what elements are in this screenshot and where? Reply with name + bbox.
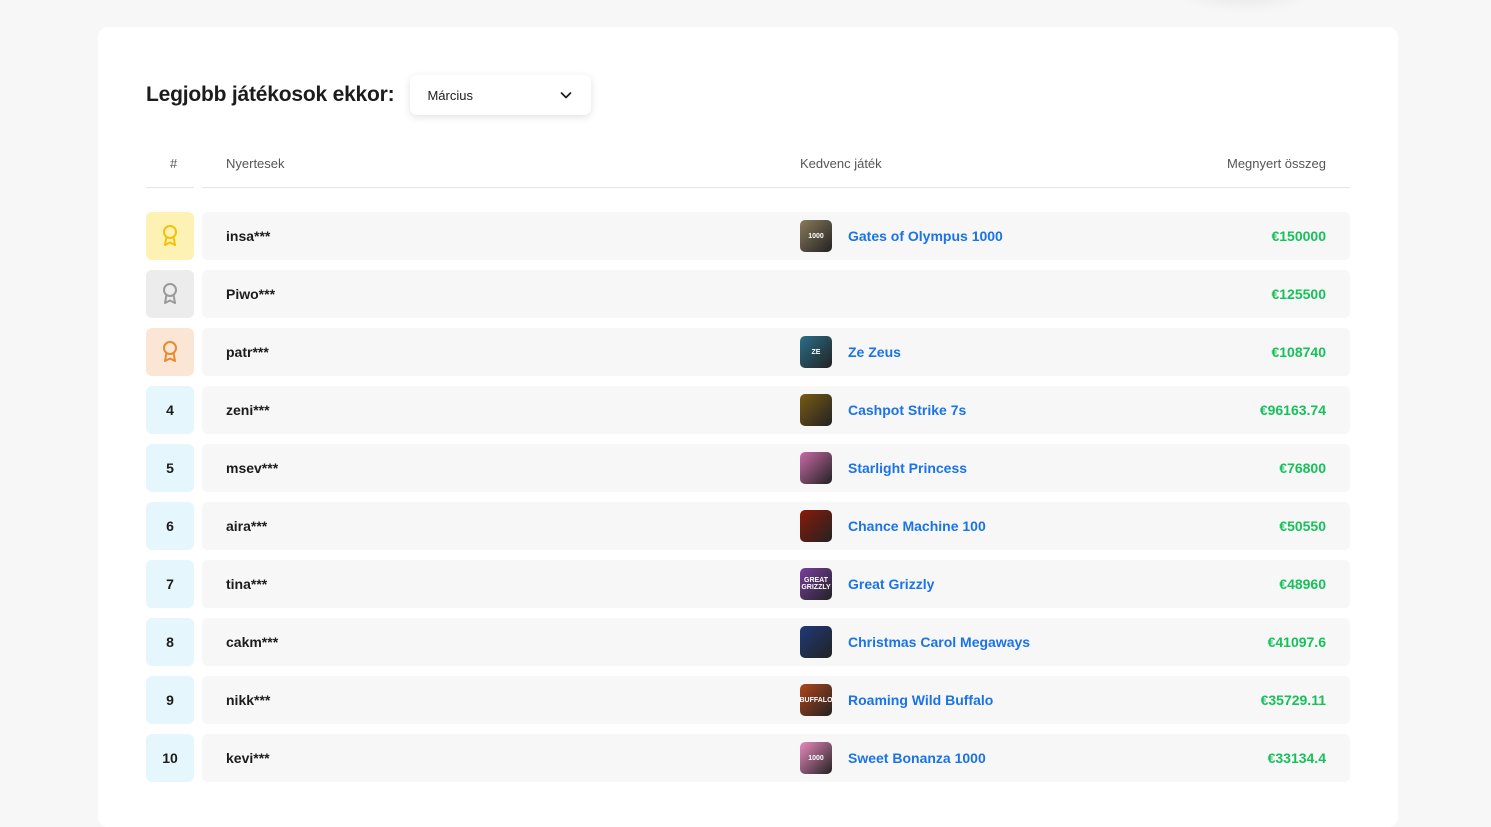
rank-badge bbox=[146, 270, 194, 318]
player-name: Piwo*** bbox=[226, 286, 276, 302]
row-content: nikk*** BUFFALO Roaming Wild Buffalo €35729… bbox=[202, 676, 1350, 724]
table-header: # Nyertesek Kedvenc játék Megnyert össze… bbox=[146, 151, 1350, 188]
game-thumbnail[interactable]: GREAT GRIZZLY bbox=[800, 568, 832, 600]
favorite-game-link[interactable]: Christmas Carol Megaways bbox=[800, 626, 1030, 658]
table-row: Piwo*** €125500 bbox=[146, 270, 1350, 318]
won-amount: €125500 bbox=[1271, 286, 1326, 302]
game-thumbnail[interactable]: 1000 bbox=[800, 220, 832, 252]
won-amount: €41097.6 bbox=[1267, 634, 1326, 650]
game-thumbnail[interactable] bbox=[800, 510, 832, 542]
row-content: Piwo*** €125500 bbox=[202, 270, 1350, 318]
table-row: 7 tina*** GREAT GRIZZLY Great Grizzly €48960 bbox=[146, 560, 1350, 608]
game-name[interactable]: Ze Zeus bbox=[848, 344, 901, 360]
month-select[interactable]: Március bbox=[410, 75, 592, 115]
player-name: cakm*** bbox=[226, 634, 279, 650]
won-amount: €48960 bbox=[1279, 576, 1326, 592]
row-content: cakm*** Christmas Carol Megaways €41097.6 bbox=[202, 618, 1350, 666]
won-amount: €50550 bbox=[1279, 518, 1326, 534]
month-select-value: Március bbox=[427, 87, 473, 103]
row-content: patr*** ZE Ze Zeus €108740 bbox=[202, 328, 1350, 376]
award-gold-icon bbox=[163, 225, 177, 246]
game-name[interactable]: Great Grizzly bbox=[848, 576, 934, 592]
rank-badge: 7 bbox=[146, 560, 194, 608]
favorite-game-link[interactable]: 1000 Gates of Olympus 1000 bbox=[800, 220, 1003, 252]
table-row: insa*** 1000 Gates of Olympus 1000 €150000 bbox=[146, 212, 1350, 260]
column-header-rank: # bbox=[170, 156, 178, 171]
favorite-game-link[interactable]: 1000 Sweet Bonanza 1000 bbox=[800, 742, 986, 774]
table-row: 8 cakm*** Christmas Carol Megaways €41097.6 bbox=[146, 618, 1350, 666]
won-amount: €33134.4 bbox=[1267, 750, 1326, 766]
player-name: nikk*** bbox=[226, 692, 271, 708]
table-row: 6 aira*** Chance Machine 100 €50550 bbox=[146, 502, 1350, 550]
game-name[interactable]: Sweet Bonanza 1000 bbox=[848, 750, 986, 766]
row-content: tina*** GREAT GRIZZLY Great Grizzly €48960 bbox=[202, 560, 1350, 608]
header-divider bbox=[146, 187, 194, 188]
rank-badge: 8 bbox=[146, 618, 194, 666]
favorite-game-link[interactable]: BUFFALO Roaming Wild Buffalo bbox=[800, 684, 993, 716]
game-thumbnail[interactable]: ZE bbox=[800, 336, 832, 368]
favorite-game-link[interactable]: Cashpot Strike 7s bbox=[800, 394, 966, 426]
won-amount: €150000 bbox=[1271, 228, 1326, 244]
row-content: msev*** Starlight Princess €76800 bbox=[202, 444, 1350, 492]
row-content: insa*** 1000 Gates of Olympus 1000 €150000 bbox=[202, 212, 1350, 260]
rank-badge: 9 bbox=[146, 676, 194, 724]
won-amount: €35729.11 bbox=[1260, 692, 1326, 708]
award-bronze-icon bbox=[163, 341, 177, 362]
game-thumbnail[interactable] bbox=[800, 626, 832, 658]
game-thumbnail[interactable] bbox=[800, 394, 832, 426]
chevron-down-icon bbox=[561, 92, 572, 99]
game-name[interactable]: Cashpot Strike 7s bbox=[848, 402, 966, 418]
leaderboard-header: Legjobb játékosok ekkor: Március bbox=[146, 75, 592, 115]
leaderboard-title: Legjobb játékosok ekkor: bbox=[146, 83, 395, 106]
game-thumbnail[interactable] bbox=[800, 452, 832, 484]
favorite-game-link[interactable]: ZE Ze Zeus bbox=[800, 336, 901, 368]
leaderboard-rows: insa*** 1000 Gates of Olympus 1000 €150000 P… bbox=[146, 212, 1350, 792]
leaderboard-card: Legjobb játékosok ekkor: Március # Nyert… bbox=[98, 27, 1398, 827]
row-content: zeni*** Cashpot Strike 7s €96163.74 bbox=[202, 386, 1350, 434]
rank-badge: 4 bbox=[146, 386, 194, 434]
row-content: aira*** Chance Machine 100 €50550 bbox=[202, 502, 1350, 550]
column-header-amount: Megnyert összeg bbox=[1227, 156, 1326, 171]
player-name: aira*** bbox=[226, 518, 268, 534]
header-divider bbox=[202, 187, 1350, 188]
game-thumbnail[interactable]: BUFFALO bbox=[800, 684, 832, 716]
award-silver-icon bbox=[163, 283, 177, 304]
player-name: patr*** bbox=[226, 344, 269, 360]
rank-badge: 6 bbox=[146, 502, 194, 550]
player-name: kevi*** bbox=[226, 750, 270, 766]
game-name[interactable]: Roaming Wild Buffalo bbox=[848, 692, 993, 708]
won-amount: €76800 bbox=[1279, 460, 1326, 476]
game-thumbnail[interactable]: 1000 bbox=[800, 742, 832, 774]
player-name: zeni*** bbox=[226, 402, 270, 418]
game-name[interactable]: Christmas Carol Megaways bbox=[848, 634, 1030, 650]
player-name: msev*** bbox=[226, 460, 279, 476]
column-header-winners: Nyertesek bbox=[226, 156, 285, 171]
favorite-game-link[interactable]: Starlight Princess bbox=[800, 452, 967, 484]
favorite-game-link[interactable]: Chance Machine 100 bbox=[800, 510, 986, 542]
player-name: insa*** bbox=[226, 228, 271, 244]
rank-badge bbox=[146, 328, 194, 376]
rank-badge bbox=[146, 212, 194, 260]
table-row: patr*** ZE Ze Zeus €108740 bbox=[146, 328, 1350, 376]
row-content: kevi*** 1000 Sweet Bonanza 1000 €33134.4 bbox=[202, 734, 1350, 782]
favorite-game-link[interactable]: GREAT GRIZZLY Great Grizzly bbox=[800, 568, 934, 600]
table-row: 5 msev*** Starlight Princess €76800 bbox=[146, 444, 1350, 492]
player-name: tina*** bbox=[226, 576, 268, 592]
rank-badge: 10 bbox=[146, 734, 194, 782]
table-row: 4 zeni*** Cashpot Strike 7s €96163.74 bbox=[146, 386, 1350, 434]
game-name[interactable]: Starlight Princess bbox=[848, 460, 967, 476]
rank-badge: 5 bbox=[146, 444, 194, 492]
won-amount: €96163.74 bbox=[1259, 402, 1326, 418]
table-row: 9 nikk*** BUFFALO Roaming Wild Buffalo €3572… bbox=[146, 676, 1350, 724]
table-row: 10 kevi*** 1000 Sweet Bonanza 1000 €33134.4 bbox=[146, 734, 1350, 782]
won-amount: €108740 bbox=[1271, 344, 1326, 360]
column-header-favorite-game: Kedvenc játék bbox=[800, 156, 882, 171]
game-name[interactable]: Chance Machine 100 bbox=[848, 518, 986, 534]
game-name[interactable]: Gates of Olympus 1000 bbox=[848, 228, 1003, 244]
